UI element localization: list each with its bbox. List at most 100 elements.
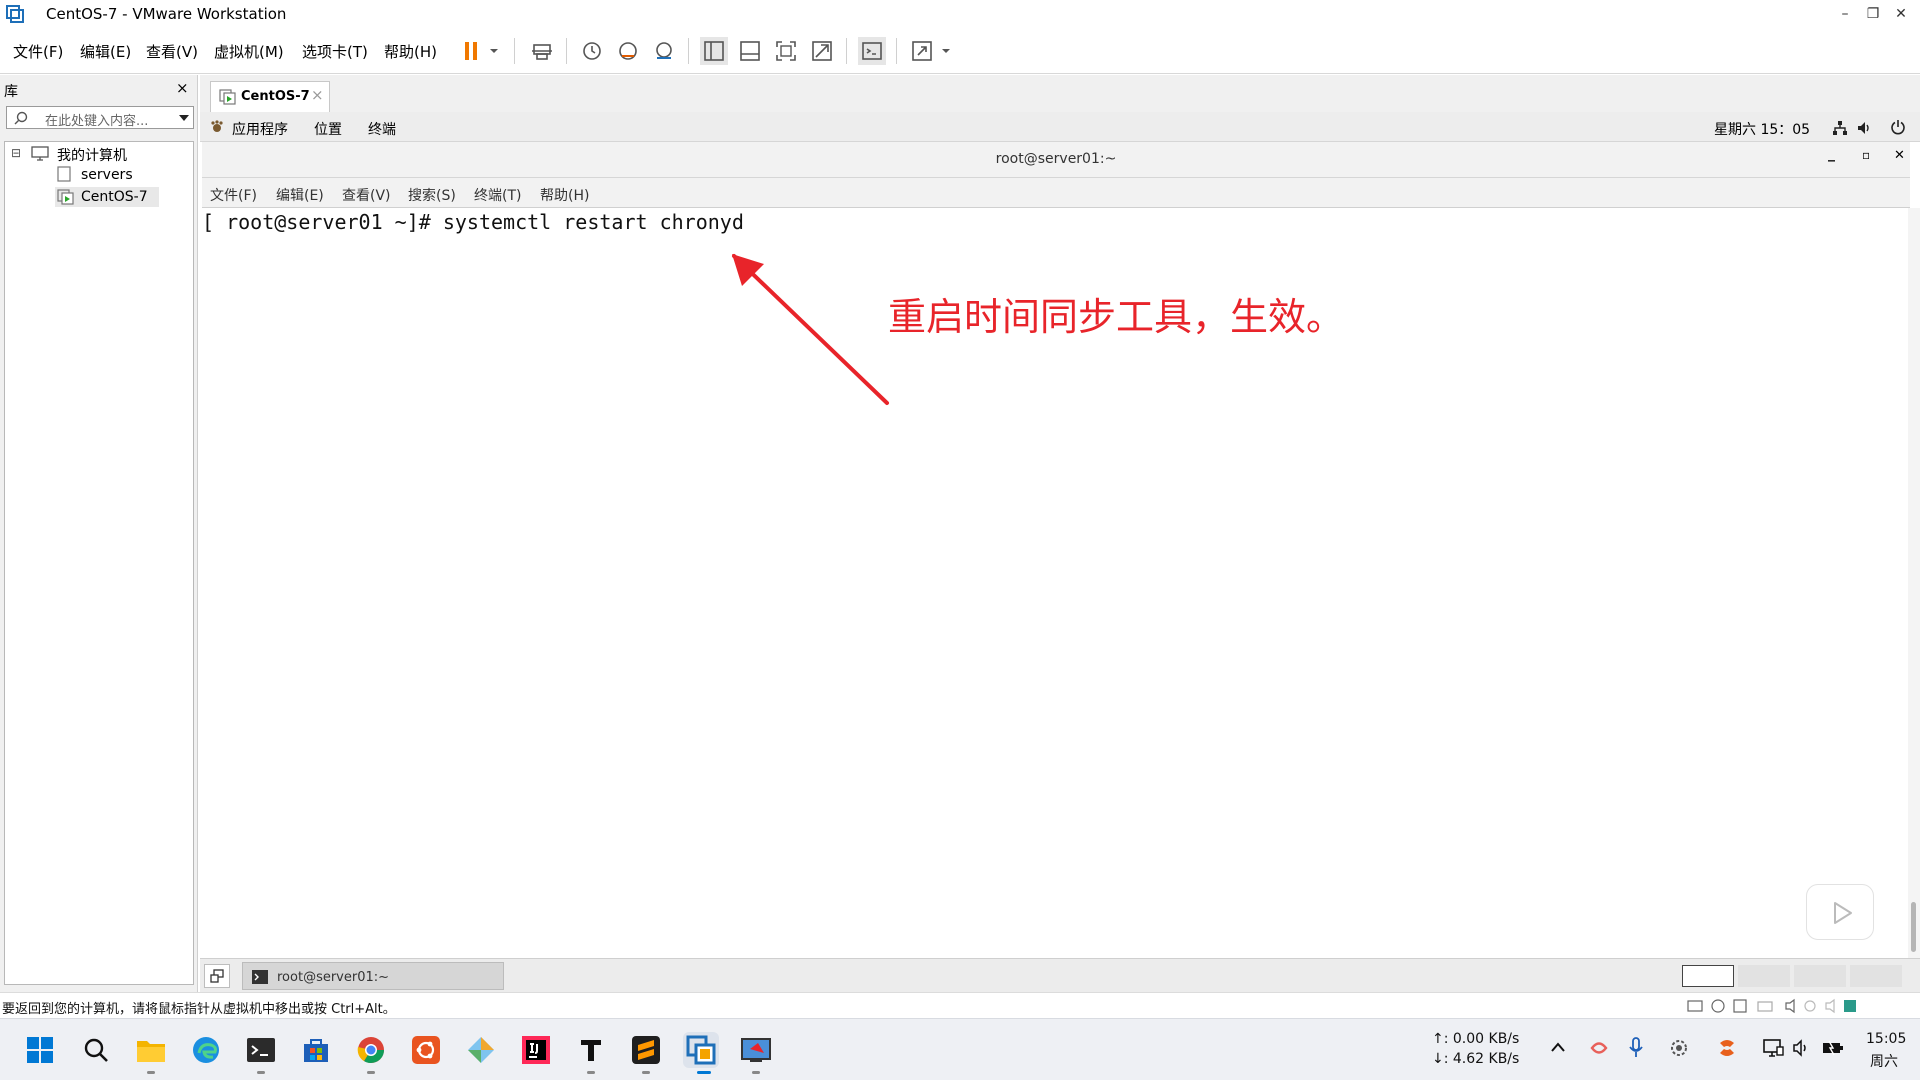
taskbar-vmware[interactable]	[683, 1032, 719, 1068]
taskbar-intellij[interactable]	[518, 1032, 554, 1068]
menu-help[interactable]: 帮助(H)	[384, 41, 437, 62]
play-icon	[1834, 902, 1852, 924]
device-status-icons[interactable]	[1686, 998, 1856, 1014]
battery-icon[interactable]	[1822, 1039, 1844, 1057]
taskbar-chrome[interactable]	[353, 1032, 389, 1068]
chevron-up-icon[interactable]	[1550, 1041, 1566, 1053]
stretch-dropdown-icon[interactable]	[938, 37, 954, 65]
gnome-top-bar: 应用程序 位置 终端 星期六 15：05	[200, 112, 1920, 142]
terminal-menu-terminal[interactable]: 终端(T)	[474, 185, 521, 205]
show-desktop-button[interactable]	[204, 964, 230, 988]
microphone-icon[interactable]	[1628, 1036, 1644, 1060]
taskbar-git-tool[interactable]	[463, 1032, 499, 1068]
gnome-foot-icon	[211, 120, 223, 132]
library-search-box[interactable]: 在此处键入内容...	[6, 106, 194, 129]
stretch-guest-icon[interactable]	[908, 37, 936, 65]
taskbar-clock-time[interactable]: 15:05	[1866, 1031, 1906, 1047]
taskbar-search-button[interactable]	[78, 1032, 114, 1068]
folder-icon	[137, 1041, 165, 1062]
taskbar-edge[interactable]	[188, 1032, 224, 1068]
library-panel: 库 × 在此处键入内容... ⊟ 我的计算机 servers CentOS-7	[0, 75, 198, 992]
pause-icon[interactable]	[458, 37, 486, 65]
snapshot-icon[interactable]	[578, 37, 606, 65]
taskbar-terminal[interactable]	[243, 1032, 279, 1068]
terminal-scrollbar[interactable]	[1908, 208, 1920, 958]
workspace-3[interactable]	[1794, 965, 1846, 987]
network-icon[interactable]	[1832, 120, 1848, 136]
tree-item-my-computer[interactable]: 我的计算机	[57, 145, 127, 165]
library-close-button[interactable]: ×	[176, 79, 189, 97]
vmware-app-icon	[6, 5, 24, 23]
intellij-icon	[522, 1036, 550, 1064]
display-icon[interactable]	[1762, 1037, 1784, 1059]
show-thumbnail-bar-icon[interactable]	[736, 37, 764, 65]
library-title: 库	[4, 84, 18, 100]
annotation-arrow-icon	[732, 254, 889, 405]
menu-edit[interactable]: 编辑(E)	[80, 41, 131, 62]
show-library-icon[interactable]	[700, 37, 728, 65]
full-screen-icon[interactable]	[772, 37, 800, 65]
typora-icon	[581, 1040, 601, 1061]
terminal-content[interactable]: [ root@server01 ~]# systemctl restart ch…	[202, 208, 1908, 958]
windows-start-button[interactable]	[22, 1032, 58, 1068]
pause-dropdown-icon[interactable]	[486, 37, 502, 65]
minimize-button[interactable]: –	[1830, 2, 1860, 26]
power-icon[interactable]	[1890, 119, 1906, 135]
terminal-menu-help[interactable]: 帮助(H)	[540, 185, 589, 205]
terminal-title: root@server01:~	[995, 151, 1117, 167]
gnome-applications-menu[interactable]: 应用程序	[232, 119, 288, 139]
screen-recorder-icon	[741, 1038, 771, 1062]
restore-button[interactable]: ❐	[1858, 2, 1888, 26]
search-icon	[14, 111, 28, 125]
store-icon	[304, 1039, 328, 1062]
terminal-menu-edit[interactable]: 编辑(E)	[276, 185, 324, 205]
ubuntu-icon	[412, 1036, 440, 1064]
floating-play-button[interactable]	[1806, 884, 1874, 940]
network-upload-speed: ↑: 0.00 KB/s	[1432, 1031, 1520, 1047]
unity-mode-icon[interactable]	[808, 37, 836, 65]
tray-app-icon[interactable]	[1588, 1037, 1610, 1059]
terminal-menu-file[interactable]: 文件(F)	[210, 185, 257, 205]
taskbar-clock-day[interactable]: 周六	[1870, 1051, 1898, 1071]
terminal-menu-view[interactable]: 查看(V)	[342, 185, 391, 205]
window-list-item-terminal[interactable]: root@server01:~	[242, 962, 504, 990]
vm-tab-close-icon[interactable]: ×	[311, 86, 324, 104]
title-bar: CentOS-7 - VMware Workstation – ❐ ✕	[0, 0, 1920, 28]
tray-settings-icon[interactable]	[1668, 1037, 1690, 1059]
gnome-clock[interactable]: 星期六 15：05	[1714, 119, 1810, 139]
taskbar-sublime[interactable]	[628, 1032, 664, 1068]
terminal-close-button[interactable]: ✕	[1894, 148, 1905, 163]
terminal-minimize-button[interactable]: _	[1828, 146, 1835, 162]
revert-snapshot-icon[interactable]	[614, 37, 642, 65]
tree-item-centos7[interactable]: CentOS-7	[81, 189, 148, 205]
taskbar-typora[interactable]	[573, 1032, 609, 1068]
vm-tab-centos7[interactable]: CentOS-7 ×	[210, 81, 330, 112]
workspace-1[interactable]	[1682, 965, 1734, 987]
status-message: 要返回到您的计算机，请将鼠标指针从虚拟机中移出或按 Ctrl+Alt。	[2, 1002, 396, 1017]
taskbar-screen-recorder[interactable]	[738, 1032, 774, 1068]
terminal-menu-search[interactable]: 搜索(S)	[408, 185, 456, 205]
taskbar-file-explorer[interactable]	[133, 1032, 169, 1068]
close-button[interactable]: ✕	[1886, 2, 1916, 26]
menu-view[interactable]: 查看(V)	[146, 41, 198, 62]
volume-icon[interactable]	[1856, 120, 1872, 136]
terminal-maximize-button[interactable]: ▫	[1862, 148, 1870, 162]
send-ctrl-alt-del-icon[interactable]	[528, 37, 556, 65]
taskbar-microsoft-store[interactable]	[298, 1032, 334, 1068]
workspace-4[interactable]	[1850, 965, 1902, 987]
taskbar-ubuntu[interactable]	[408, 1032, 444, 1068]
tree-item-servers[interactable]: servers	[81, 167, 133, 183]
input-method-icon[interactable]	[1716, 1037, 1738, 1059]
console-view-icon[interactable]	[858, 37, 886, 65]
snapshot-manager-icon[interactable]	[650, 37, 678, 65]
menu-vm[interactable]: 虚拟机(M)	[214, 41, 284, 62]
gnome-places-menu[interactable]: 位置	[314, 119, 342, 139]
scrollbar-thumb[interactable]	[1911, 902, 1916, 952]
workspace-2[interactable]	[1738, 965, 1790, 987]
tree-expander-icon[interactable]: ⊟	[11, 146, 21, 160]
menu-tabs[interactable]: 选项卡(T)	[302, 41, 368, 62]
menu-file[interactable]: 文件(F)	[13, 41, 63, 62]
gnome-terminal-menu[interactable]: 终端	[368, 119, 396, 139]
search-dropdown-icon[interactable]	[179, 114, 189, 122]
speaker-icon[interactable]	[1792, 1039, 1810, 1057]
